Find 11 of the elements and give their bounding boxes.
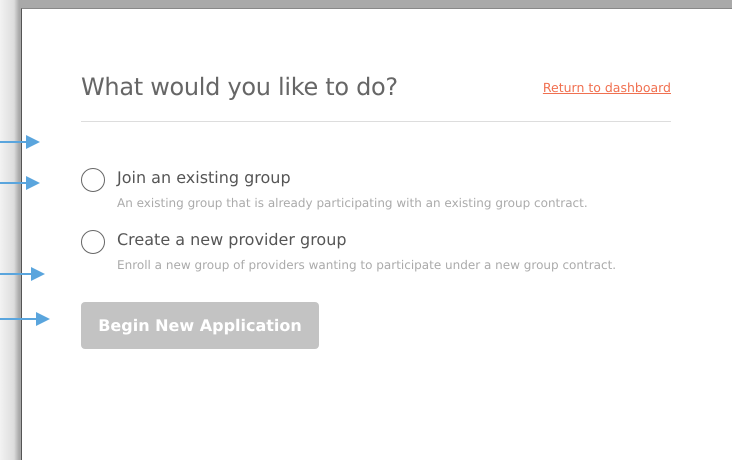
- page-heading: What would you like to do?: [81, 73, 398, 101]
- arrow-icon: [0, 134, 40, 150]
- option-description: An existing group that is already participating with an existing group contract.: [117, 195, 588, 212]
- option-label[interactable]: Join an existing group: [117, 168, 588, 187]
- arrow-icon: [0, 311, 50, 327]
- radio-button[interactable]: [81, 230, 105, 254]
- option-description: Enroll a new group of providers wanting to participate under a new group contract.: [117, 257, 616, 274]
- radio-button[interactable]: [81, 168, 105, 192]
- arrow-icon: [0, 266, 45, 282]
- arrow-icon: [0, 175, 40, 191]
- option-label[interactable]: Create a new provider group: [117, 230, 616, 249]
